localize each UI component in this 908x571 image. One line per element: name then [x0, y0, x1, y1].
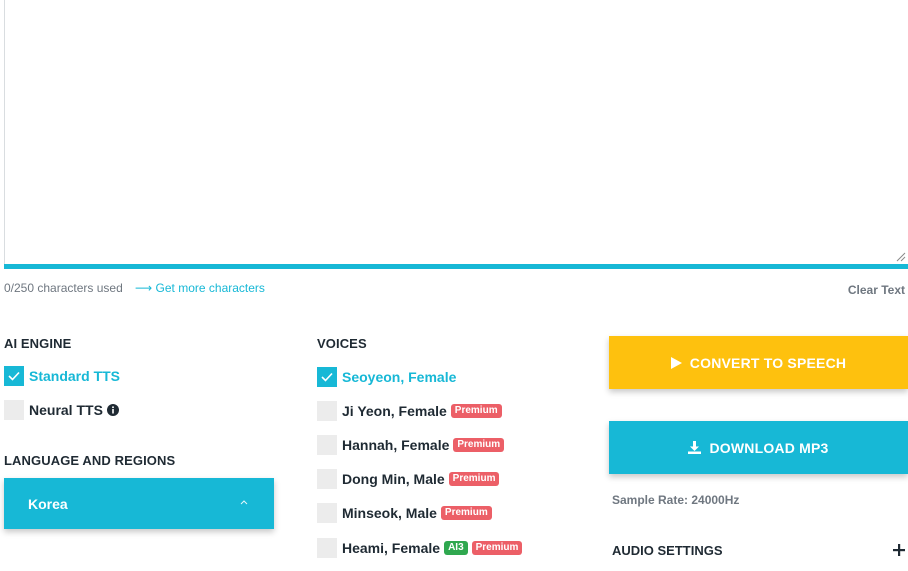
voice-option-minseok[interactable]: Minseok, Male Premium	[317, 503, 492, 523]
checkbox[interactable]	[4, 400, 24, 420]
premium-badge: Premium	[448, 472, 500, 486]
checkbox-checked[interactable]	[4, 366, 24, 386]
checkbox[interactable]	[317, 503, 337, 523]
info-icon[interactable]	[106, 404, 119, 416]
character-counter: 0/250 characters used	[4, 281, 123, 295]
checkbox[interactable]	[317, 538, 337, 558]
clear-text-button[interactable]: Clear Text	[848, 283, 905, 297]
ai-engine-title: AI ENGINE	[4, 336, 72, 351]
checkbox[interactable]	[317, 435, 337, 455]
download-icon	[688, 441, 702, 454]
sample-rate-text: Sample Rate: 24000Hz	[612, 493, 740, 507]
resize-handle-icon[interactable]	[896, 252, 906, 262]
premium-badge: Premium	[453, 438, 505, 452]
voice-label: Hannah, Female	[342, 437, 450, 453]
textarea-underline	[4, 264, 908, 269]
language-select[interactable]: Korea	[4, 478, 274, 529]
play-icon	[670, 356, 682, 369]
download-label: DOWNLOAD MP3	[709, 439, 829, 456]
check-icon	[321, 372, 333, 382]
audio-settings-title[interactable]: AUDIO SETTINGS	[612, 543, 723, 558]
convert-label: CONVERT TO SPEECH	[689, 354, 847, 371]
voice-option-heami[interactable]: Heami, Female AI3 Premium	[317, 538, 523, 558]
voice-label: Heami, Female	[342, 540, 441, 556]
voice-label: Minseok, Male	[342, 505, 437, 521]
engine-option-neural[interactable]: Neural TTS	[4, 400, 119, 420]
ai-badge: AI3	[444, 541, 468, 555]
checkbox[interactable]	[317, 401, 337, 421]
convert-to-speech-button[interactable]: CONVERT TO SPEECH	[609, 336, 908, 389]
language-title: LANGUAGE AND REGIONS	[4, 453, 176, 468]
voice-option-seoyeon[interactable]: Seoyeon, Female	[317, 367, 456, 387]
voice-label: Dong Min, Male	[342, 471, 445, 487]
voices-title: VOICES	[317, 336, 367, 351]
checkbox-checked[interactable]	[317, 367, 337, 387]
download-mp3-button[interactable]: DOWNLOAD MP3	[609, 421, 908, 474]
text-input[interactable]	[4, 0, 908, 266]
get-more-characters-link[interactable]: ⟶ Get more characters	[135, 281, 265, 295]
engine-option-label: Standard TTS	[29, 368, 121, 384]
check-icon	[8, 371, 20, 381]
premium-badge: Premium	[440, 506, 492, 520]
voice-label: Ji Yeon, Female	[342, 403, 447, 419]
get-more-label: Get more characters	[155, 281, 265, 295]
engine-option-label: Neural TTS	[29, 402, 103, 418]
voice-label: Seoyeon, Female	[342, 369, 457, 385]
engine-option-standard[interactable]: Standard TTS	[4, 366, 120, 386]
premium-badge: Premium	[450, 404, 502, 418]
voice-option-hannah[interactable]: Hannah, Female Premium	[317, 435, 505, 455]
chevron-up-icon	[240, 500, 248, 505]
voice-option-dong-min[interactable]: Dong Min, Male Premium	[317, 469, 500, 489]
checkbox[interactable]	[317, 469, 337, 489]
voice-option-ji-yeon[interactable]: Ji Yeon, Female Premium	[317, 401, 502, 421]
plus-icon[interactable]	[893, 544, 905, 556]
language-selected-value: Korea	[28, 495, 68, 512]
premium-badge: Premium	[471, 541, 523, 555]
arrow-right-icon: ⟶	[135, 281, 153, 295]
